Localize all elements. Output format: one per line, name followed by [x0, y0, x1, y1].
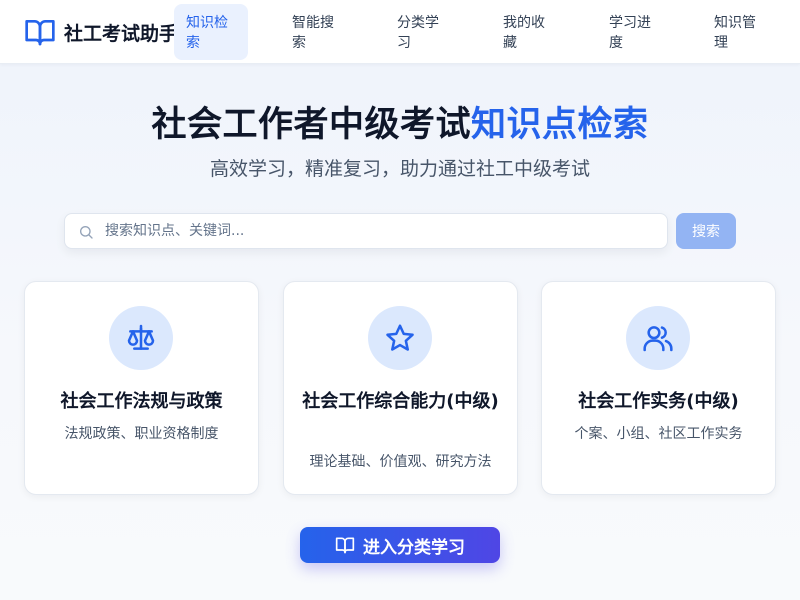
page-subtitle: 高效学习，精准复习，助力通过社工中级考试 [209, 158, 590, 180]
nav-item-category-study[interactable]: 分类学习 [385, 4, 459, 60]
card-title: 社会工作实务(中级) [578, 391, 739, 412]
book-open-icon [335, 537, 355, 554]
card-icon-circle [109, 306, 173, 370]
card-title: 社会工作综合能力(中级) [302, 391, 499, 412]
search-box [64, 213, 668, 249]
card-description: 法规政策、职业资格制度 [64, 426, 219, 442]
page-title: 社会工作者中级考试知识点检索 [0, 96, 800, 147]
nav-item-favorites[interactable]: 我的收藏 [491, 4, 565, 60]
book-open-icon [25, 20, 55, 46]
cta-label: 进入分类学习 [363, 537, 465, 558]
brand-title: 社工考试助手 [64, 22, 174, 45]
card-description: 理论基础、价值观、研究方法 [309, 454, 492, 470]
star-icon [386, 324, 414, 351]
page-title-accent: 知识点检索 [471, 105, 649, 145]
page-title-main: 社会工作者中级考试 [151, 105, 471, 145]
card-title: 社会工作法规与政策 [60, 391, 223, 412]
category-card-practice[interactable]: 社会工作实务(中级) 个案、小组、社区工作实务 [541, 281, 776, 495]
category-card-law-policy[interactable]: 社会工作法规与政策 法规政策、职业资格制度 [24, 281, 259, 495]
scale-icon [127, 324, 155, 350]
search-button[interactable]: 搜索 [676, 213, 736, 249]
nav-item-smart-search[interactable]: 智能搜索 [280, 4, 354, 60]
brand[interactable]: 社工考试助手 [24, 16, 174, 48]
card-icon-circle [626, 306, 690, 370]
enter-category-study-button[interactable]: 进入分类学习 [300, 527, 500, 563]
nav-item-progress[interactable]: 学习进度 [597, 4, 671, 60]
top-header: 社工考试助手 知识检索 智能搜索 分类学习 我的收藏 学习进度 知识管理 [0, 0, 800, 64]
card-description: 个案、小组、社区工作实务 [574, 426, 743, 442]
nav-item-knowledge-manage[interactable]: 知识管理 [702, 4, 776, 60]
card-icon-circle [368, 306, 432, 370]
nav-item-knowledge-search[interactable]: 知识检索 [174, 4, 248, 60]
search-icon [80, 226, 93, 239]
users-icon [643, 326, 673, 352]
search-input[interactable] [105, 214, 661, 248]
category-card-comprehensive[interactable]: 社会工作综合能力(中级) 理论基础、价值观、研究方法 [283, 281, 518, 495]
